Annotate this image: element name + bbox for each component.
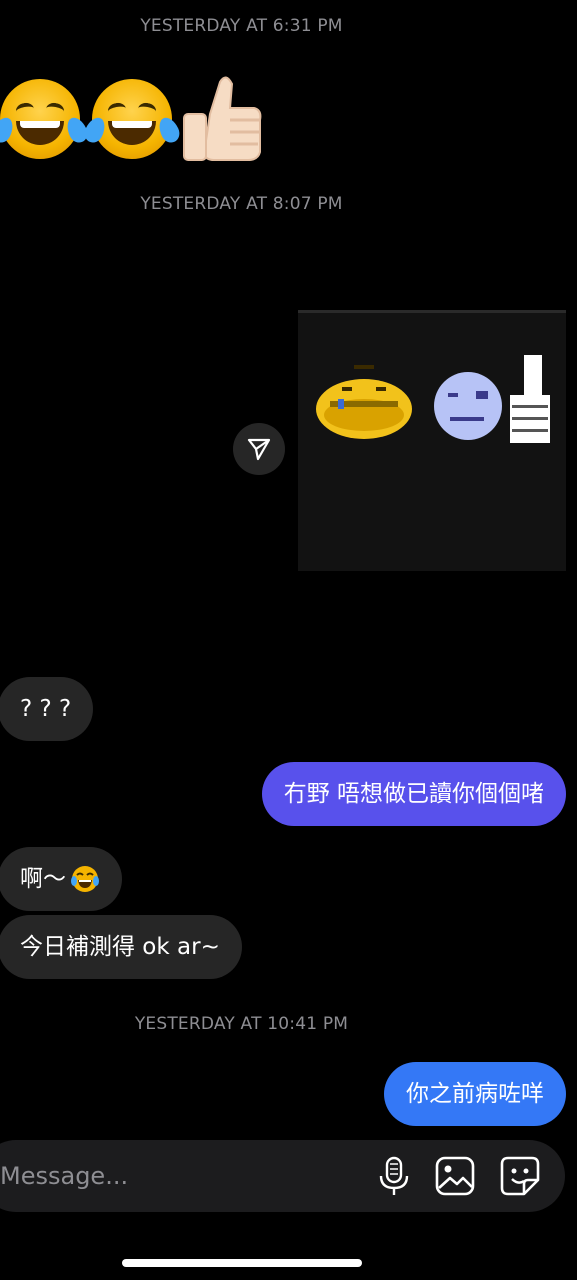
sticker-image-message[interactable] <box>298 310 566 571</box>
pixel-emoji-image <box>316 355 550 443</box>
message-text: 你之前病咗咩 <box>406 1080 544 1107</box>
microphone-button[interactable] <box>372 1154 416 1198</box>
incoming-message[interactable]: 啊～ <box>0 847 122 911</box>
home-indicator[interactable] <box>122 1259 362 1267</box>
gallery-icon <box>435 1156 475 1196</box>
thumbs-up-emoji-icon <box>180 74 264 164</box>
message-text: 今日補測得 ok ar~ <box>20 933 220 960</box>
timestamp: YESTERDAY AT 8:07 PM <box>140 194 343 214</box>
timestamp: YESTERDAY AT 6:31 PM <box>140 16 343 36</box>
incoming-message[interactable]: 今日補測得 ok ar~ <box>0 915 242 979</box>
gallery-button[interactable] <box>433 1154 477 1198</box>
send-icon <box>247 438 271 461</box>
microphone-icon <box>379 1156 409 1195</box>
incoming-message[interactable]: ? ? ? <box>0 677 94 741</box>
tears-of-joy-emoji-icon <box>0 79 91 159</box>
tears-of-joy-emoji-icon <box>70 864 100 894</box>
outgoing-message[interactable]: 你之前病咗咩 <box>384 1062 566 1126</box>
message-composer[interactable]: Message... <box>0 1140 565 1212</box>
emoji-message[interactable] <box>0 74 264 164</box>
timestamp: YESTERDAY AT 10:41 PM <box>134 1014 349 1034</box>
message-text: 啊～ <box>20 865 66 892</box>
message-text: ? ? ? <box>20 695 72 722</box>
share-button[interactable] <box>233 423 285 475</box>
message-text: 冇野 唔想做已讀你個個啫 <box>283 780 544 807</box>
sticker-icon <box>500 1156 540 1196</box>
outgoing-message[interactable]: 冇野 唔想做已讀你個個啫 <box>261 762 566 826</box>
message-input[interactable]: Message... <box>0 1140 128 1212</box>
sticker-button[interactable] <box>498 1154 542 1198</box>
tears-of-joy-emoji-icon <box>81 79 183 159</box>
